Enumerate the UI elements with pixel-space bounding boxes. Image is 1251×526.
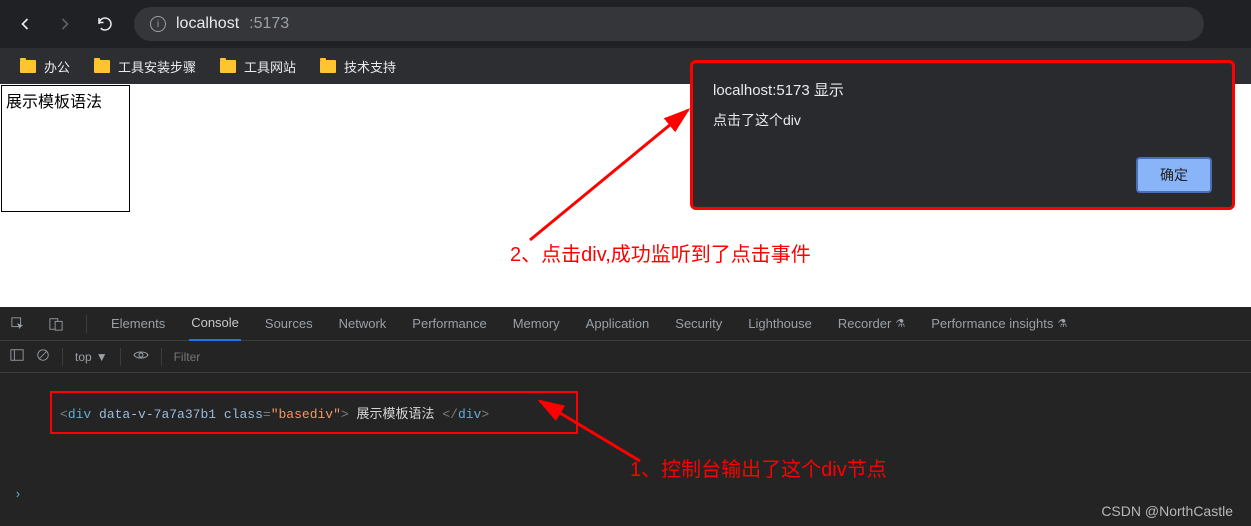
filter-input[interactable] [174, 350, 374, 364]
bookmark-item[interactable]: 工具网站 [220, 57, 296, 76]
forward-icon[interactable] [54, 13, 76, 35]
folder-icon [20, 60, 36, 73]
tab-elements[interactable]: Elements [109, 307, 167, 341]
console-prompt-icon[interactable]: › [14, 487, 22, 502]
tab-security[interactable]: Security [673, 307, 724, 341]
eye-icon[interactable] [133, 349, 149, 364]
bookmark-label: 办公 [44, 57, 70, 76]
annotation-step1: 1、控制台输出了这个div节点 [630, 453, 887, 482]
sidebar-toggle-icon[interactable] [10, 348, 24, 365]
bookmark-item[interactable]: 技术支持 [320, 57, 396, 76]
folder-icon [220, 60, 236, 73]
tab-recorder[interactable]: Recorder [836, 307, 907, 341]
tab-network[interactable]: Network [337, 307, 389, 341]
address-bar[interactable]: i localhost :5173 [134, 7, 1204, 41]
tab-performance-insights[interactable]: Performance insights [929, 307, 1069, 341]
console-toolbar: top ▼ [0, 341, 1251, 373]
url-port: :5173 [249, 15, 289, 33]
tab-console[interactable]: Console [189, 307, 241, 341]
console-output: <div data-v-7a7a37b1 class="basediv"> 展示… [0, 373, 1251, 526]
annotation-step2: 2、点击div,成功监听到了点击事件 [510, 238, 811, 267]
bookmark-label: 工具安装步骤 [118, 57, 196, 76]
site-info-icon[interactable]: i [150, 16, 166, 32]
reload-icon[interactable] [94, 13, 116, 35]
folder-icon [94, 60, 110, 73]
alert-title: localhost:5173 显示 [713, 79, 1212, 100]
clear-console-icon[interactable] [36, 348, 50, 365]
inspect-icon[interactable] [10, 316, 26, 332]
js-alert-dialog: localhost:5173 显示 点击了这个div 确定 [690, 60, 1235, 210]
tab-sources[interactable]: Sources [263, 307, 315, 341]
folder-icon [320, 60, 336, 73]
bookmark-label: 工具网站 [244, 57, 296, 76]
tab-performance[interactable]: Performance [410, 307, 488, 341]
devtools-panel: Elements Console Sources Network Perform… [0, 307, 1251, 526]
chevron-down-icon: ▼ [96, 350, 108, 364]
tab-memory[interactable]: Memory [511, 307, 562, 341]
basediv[interactable]: 展示模板语法 [1, 85, 130, 212]
back-icon[interactable] [14, 13, 36, 35]
bookmark-item[interactable]: 工具安装步骤 [94, 57, 196, 76]
alert-ok-button[interactable]: 确定 [1136, 157, 1212, 193]
bookmark-label: 技术支持 [344, 57, 396, 76]
tab-lighthouse[interactable]: Lighthouse [746, 307, 814, 341]
console-log-entry[interactable]: <div data-v-7a7a37b1 class="basediv"> 展示… [50, 391, 578, 434]
browser-nav-bar: i localhost :5173 [0, 0, 1251, 48]
tab-application[interactable]: Application [584, 307, 652, 341]
device-toggle-icon[interactable] [48, 316, 64, 332]
bookmark-item[interactable]: 办公 [20, 57, 70, 76]
devtools-tabs: Elements Console Sources Network Perform… [0, 307, 1251, 341]
context-selector[interactable]: top ▼ [75, 350, 108, 364]
url-host: localhost [176, 15, 239, 33]
watermark: CSDN @NorthCastle [1101, 503, 1233, 519]
alert-message: 点击了这个div [713, 110, 1212, 130]
